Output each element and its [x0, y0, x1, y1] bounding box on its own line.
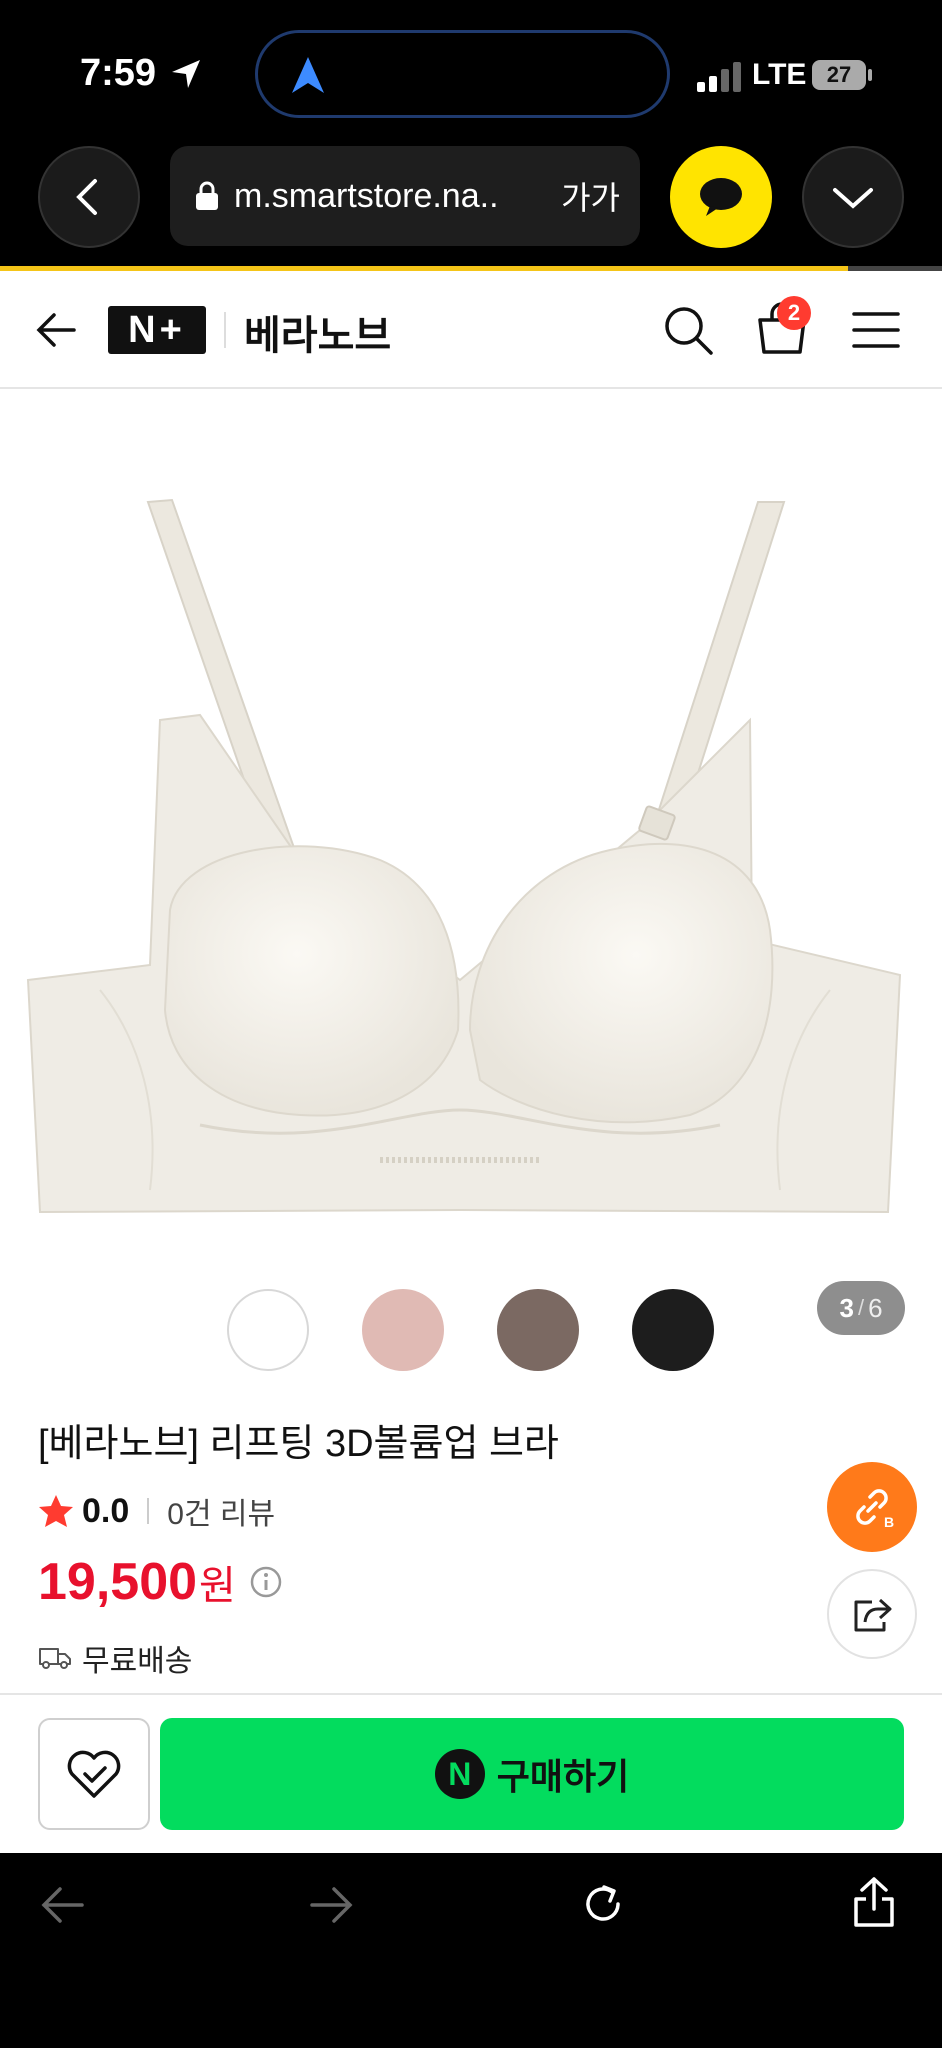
info-icon[interactable]	[250, 1566, 282, 1598]
rating-divider	[147, 1498, 150, 1524]
price-row: 19,500 원	[38, 1552, 282, 1612]
product-price: 19,500	[38, 1553, 198, 1611]
hamburger-menu-icon[interactable]	[852, 310, 900, 350]
shipping-row: 무료배송	[38, 1636, 192, 1680]
signal-icon	[697, 62, 741, 92]
browser-menu-button[interactable]	[802, 146, 904, 248]
review-count[interactable]: 0건 리뷰	[167, 1489, 275, 1533]
rating-row[interactable]: 0.0 0건 리뷰	[38, 1486, 275, 1536]
shipping-label: 무료배송	[82, 1645, 193, 1678]
svg-text:B: B	[884, 1514, 894, 1530]
toolbar-share-icon[interactable]	[850, 1875, 898, 1929]
cart-count-badge: 2	[777, 296, 811, 330]
wishlist-button[interactable]	[38, 1718, 150, 1830]
kakao-chat-button[interactable]	[670, 146, 772, 248]
product-image[interactable]	[0, 390, 942, 1270]
link-b-icon: B	[856, 1489, 894, 1530]
color-swatch-white[interactable]	[227, 1289, 309, 1371]
star-icon	[39, 1495, 73, 1527]
affiliate-link-button[interactable]: B	[827, 1462, 917, 1552]
dynamic-island	[255, 30, 670, 118]
text-size-button[interactable]: 가가	[561, 173, 620, 219]
share-button[interactable]	[827, 1569, 917, 1659]
color-swatch-pink[interactable]	[362, 1289, 444, 1371]
battery-tip	[868, 69, 872, 81]
status-bar: 7:59 LTE 27	[0, 0, 942, 145]
lock-icon	[196, 181, 218, 210]
naver-plus-logo[interactable]: N+	[108, 306, 206, 354]
url-text: m.smartstore.na..	[234, 176, 499, 215]
pager-current: 3	[839, 1292, 854, 1323]
naver-n-icon: N	[434, 1749, 485, 1799]
status-time: 7:59	[80, 52, 157, 94]
network-label: LTE	[752, 58, 807, 91]
search-icon[interactable]	[662, 304, 714, 356]
share-icon	[854, 1598, 892, 1632]
chevron-down-icon	[833, 188, 873, 209]
chevron-left-icon	[76, 179, 97, 215]
back-arrow-icon[interactable]	[34, 310, 78, 350]
store-name[interactable]: 베라노브	[244, 303, 391, 361]
heart-check-icon	[67, 1750, 121, 1798]
image-pager: 3 / 6	[817, 1281, 905, 1335]
browser-toolbar	[0, 1853, 942, 2048]
delivery-truck-icon	[39, 1648, 71, 1669]
location-arrow-icon	[172, 60, 200, 88]
reload-icon[interactable]	[578, 1879, 628, 1929]
buy-button[interactable]: N 구매하기	[160, 1718, 904, 1830]
toolbar-back-icon[interactable]	[38, 1883, 86, 1927]
buy-button-label: 구매하기	[496, 1756, 630, 1797]
battery-indicator: 27	[812, 60, 866, 90]
address-bar[interactable]: m.smartstore.na.. 가가	[170, 146, 640, 246]
browser-back-button[interactable]	[38, 146, 140, 248]
product-title: [베라노브] 리프팅 3D볼륨업 브라	[38, 1423, 559, 1465]
pager-separator: /	[857, 1295, 865, 1320]
toolbar-forward-icon[interactable]	[308, 1883, 356, 1927]
pager-total: 6	[868, 1292, 883, 1323]
color-swatch-brown[interactable]	[497, 1289, 579, 1371]
navigation-icon	[292, 57, 324, 93]
rating-score: 0.0	[82, 1491, 130, 1530]
header-divider	[224, 312, 226, 348]
color-swatch-black[interactable]	[632, 1289, 714, 1371]
chat-bubble-icon	[700, 178, 742, 216]
price-currency: 원	[199, 1564, 236, 1608]
